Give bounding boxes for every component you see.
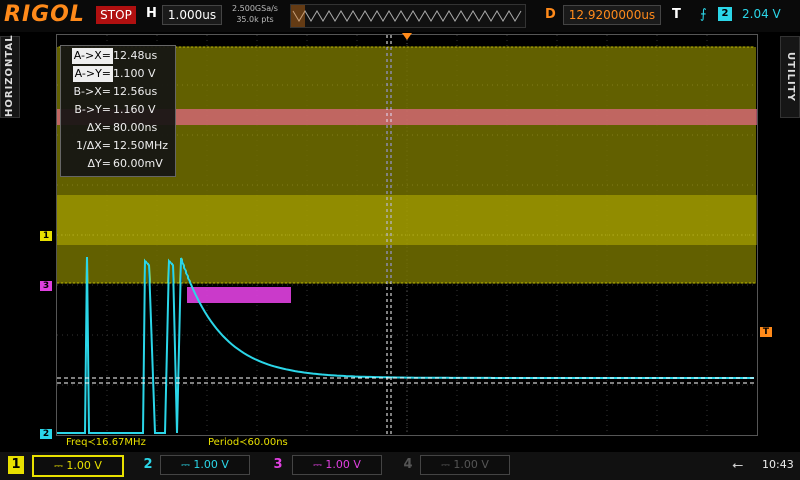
cursor-row: A->Y= 1.100 V [61,66,175,82]
cursor-row: 1/ΔX= 12.50MHz [61,138,175,154]
ch2-button[interactable]: 2 [140,456,156,474]
clock: 10:43 [762,458,794,471]
ch3-burst [187,287,291,303]
memory-depth: 35.0k pts [236,15,274,24]
ch1-button[interactable]: 1 [8,456,24,474]
frequency-measurement: Freq≺16.67MHz [66,437,146,448]
cursor-row: B->X= 12.56us [61,84,175,100]
cursor-row: ΔY= 60.00mV [61,156,175,172]
cursor-value: 12.50MHz [113,139,169,152]
ch4-scale[interactable]: ⎓ 1.00 V [420,455,510,475]
cursor-key: B->Y= [74,103,111,116]
trigger-label: T [672,7,681,22]
horizontal-menu-tab[interactable]: HORIZONTAL [0,34,20,118]
cursor-key: A->Y= [72,66,113,82]
rising-edge-icon: ⨍ [700,7,707,22]
cursor-key: 1/ΔX= [76,139,111,152]
ch3-button[interactable]: 3 [270,456,286,474]
utility-menu-tab[interactable]: UTILITY [780,36,800,118]
sample-rate-info: 2.500GSa/s 35.0k pts [226,3,284,25]
usb-icon: ⭠ [732,457,744,473]
cursor-row: ΔX= 80.00ns [61,120,175,136]
ch3-scale[interactable]: ⎓ 1.00 V [292,455,382,475]
dc-coupling-icon: ⎓ [54,459,67,472]
ch2-offset-marker[interactable]: 2 [40,429,52,439]
dc-coupling-icon: ⎓ [441,458,454,471]
cursor-value: 1.160 V [113,103,156,116]
dc-coupling-icon: ⎓ [313,458,326,471]
cursor-value: 60.00mV [113,157,163,170]
cursor-value: 1.100 V [113,67,156,80]
ch4-button[interactable]: 4 [400,456,416,474]
cursor-key: A->X= [71,48,113,64]
cursor-value: 80.00ns [113,121,158,134]
horizontal-scale[interactable]: 1.000us [162,5,222,25]
horizontal-delay[interactable]: 12.9200000us [563,5,661,25]
cursor-key: B->X= [73,85,112,98]
ch1-offset-marker[interactable]: 1 [40,231,52,241]
ch1-scale[interactable]: ⎓ 1.00 V [32,455,124,477]
memory-waveform-icon [291,5,522,27]
ch3-offset-marker[interactable]: 3 [40,281,52,291]
period-measurement: Period≺60.00ns [208,437,288,448]
sample-rate: 2.500GSa/s [232,4,278,13]
trigger-source-badge[interactable]: 2 [718,7,732,21]
run-stop-status[interactable]: STOP [96,6,136,24]
memory-overview-strip[interactable] [290,4,526,28]
dc-coupling-icon: ⎓ [181,458,194,471]
horizontal-label: H [146,6,157,21]
trigger-level[interactable]: 2.04 V [742,7,781,21]
cursor-value: 12.56us [113,85,158,98]
cursor-value: 12.48us [113,49,158,62]
trigger-level-marker[interactable]: T [760,327,772,337]
cursor-key: ΔX= [86,121,111,134]
cursor-readout-panel: A->X= 12.48us A->Y= 1.100 V B->X= 12.56us B->Y… [60,45,176,177]
ch2-scale[interactable]: ⎓ 1.00 V [160,455,250,475]
ch1-band [57,195,757,245]
rigol-logo: RIGOL [4,2,85,27]
cursor-key: ΔY= [87,157,111,170]
cursor-row: A->X= 12.48us [61,48,175,64]
cursor-row: B->Y= 1.160 V [61,102,175,118]
delay-label: D [545,7,556,22]
trigger-position-marker[interactable] [402,33,412,40]
